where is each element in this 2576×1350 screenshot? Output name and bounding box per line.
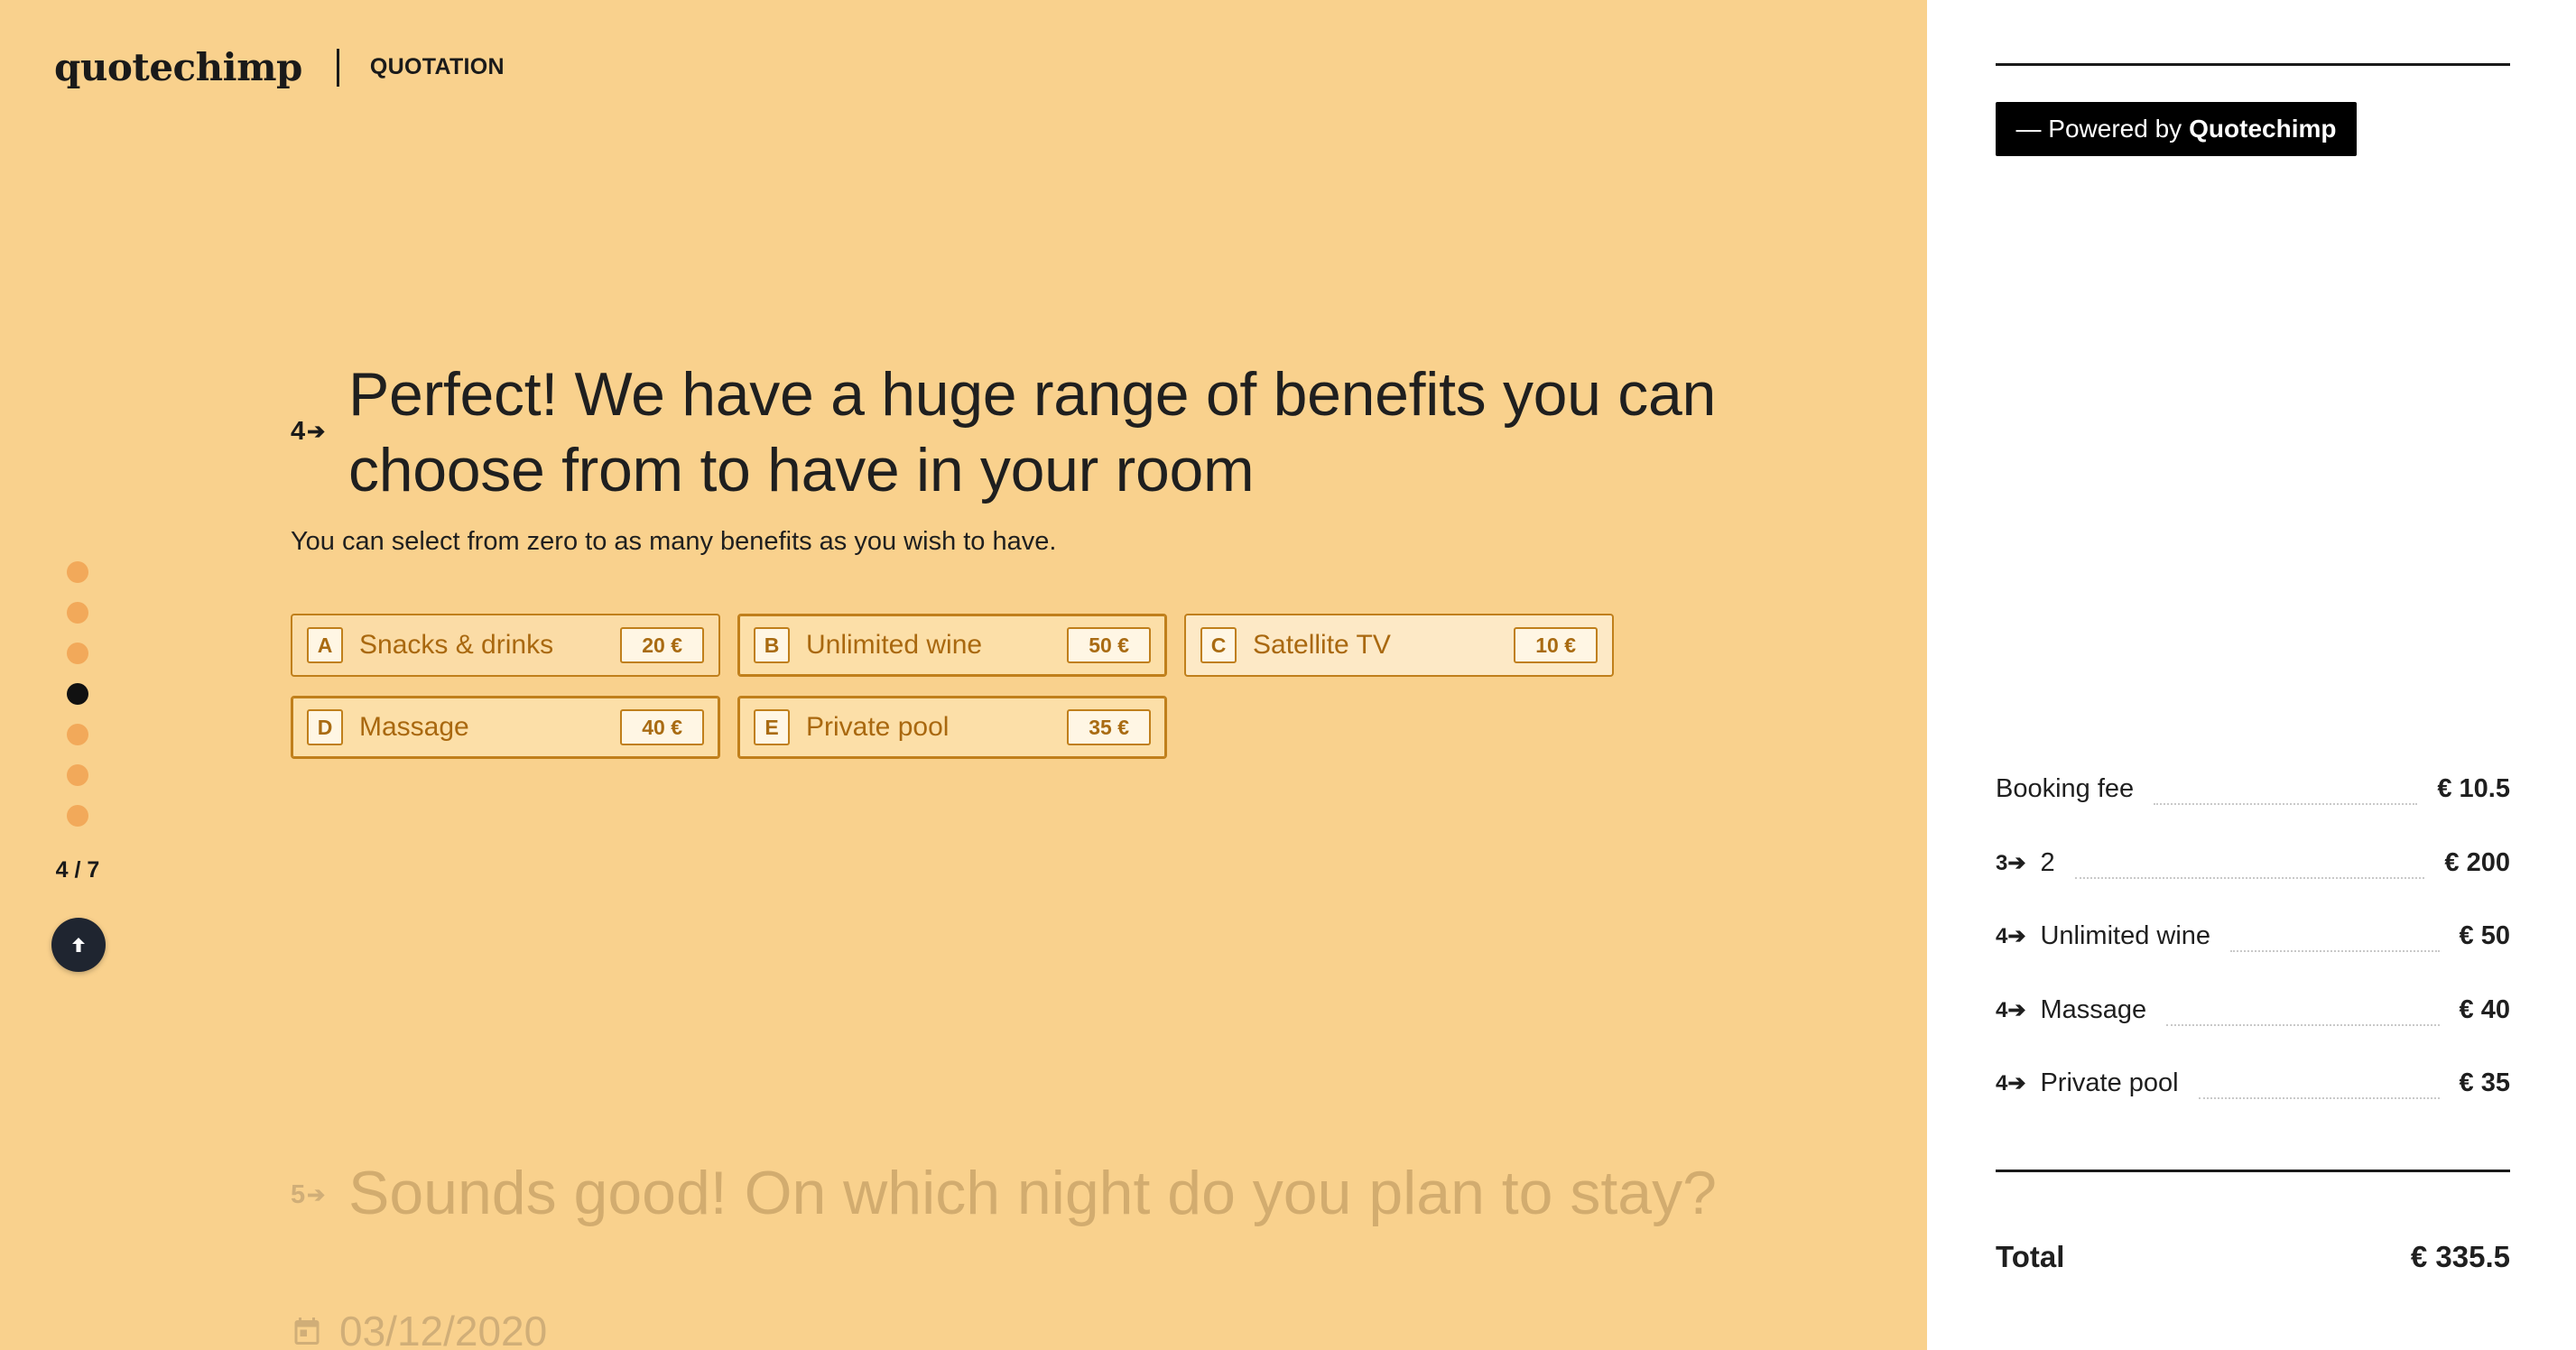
row-leader [2166,1023,2440,1026]
arrow-up-icon [72,938,85,952]
progress-dot-1[interactable] [67,561,88,583]
total-row: Total € 335.5 [1996,1240,2510,1274]
progress-dots [67,561,88,846]
arrow-right-icon: ➔ [2007,850,2026,875]
question-number: 4 ➔ [291,417,325,447]
summary-row: 4➔ Massage € 40 [1996,990,2510,1030]
row-label: Booking fee [1996,773,2135,803]
row-leader [2154,802,2418,805]
previous-question-button[interactable] [51,918,106,972]
arrow-right-icon: ➔ [2007,997,2026,1022]
option-label: Private pool [806,712,950,742]
option-key: C [1200,627,1237,663]
arrow-right-icon: ➔ [2007,1070,2026,1096]
row-step-number: 4 [1996,923,2008,948]
row-value: € 40 [2459,994,2510,1024]
progress-dot-3[interactable] [67,643,88,664]
total-divider [1996,1170,2510,1172]
option-price: 10 € [1514,627,1598,663]
powered-by-button[interactable]: — Powered by Quotechimp [1996,102,2357,156]
row-step: 4➔ [1996,997,2025,1023]
next-question-title: Sounds good! On which night do you plan … [348,1159,1717,1227]
progress-dot-7[interactable] [67,805,88,827]
option-d[interactable]: D Massage 40 € [291,696,720,759]
row-step: 4➔ [1996,1070,2025,1096]
question-number-value: 4 [291,417,306,446]
summary-row: 4➔ Private pool € 35 [1996,1063,2510,1103]
next-question-number: 5 ➔ [291,1180,325,1210]
progress-dot-6[interactable] [67,764,88,786]
row-leader [2230,949,2440,952]
option-key: E [754,709,790,745]
arrow-right-icon: ➔ [2007,923,2026,948]
row-step-number: 3 [1996,850,2008,875]
question-description: You can select from zero to as many bene… [291,527,1057,556]
option-key: D [307,709,343,745]
option-key: B [754,627,790,663]
summary-row: 3➔ 2 € 200 [1996,843,2510,883]
calendar-icon [294,1318,320,1345]
row-step-number: 4 [1996,997,2008,1022]
next-question-number-value: 5 [291,1180,306,1209]
row-label: Private pool [2040,1068,2179,1097]
brand-header: quotechimp QUOTATION [54,45,505,89]
option-e[interactable]: E Private pool 35 € [737,696,1167,759]
top-divider [1996,63,2510,66]
row-leader [2074,876,2425,879]
row-value: € 200 [2444,847,2510,877]
option-price: 40 € [620,709,704,745]
logo[interactable]: quotechimp [54,45,302,89]
quote-form-panel: quotechimp QUOTATION 4 / 7 4 ➔ Perfect! … [0,0,1927,1350]
row-step-number: 4 [1996,1070,2008,1096]
row-label: Unlimited wine [2040,920,2211,950]
progress-dot-5[interactable] [67,724,88,745]
summary-row: 4➔ Unlimited wine € 50 [1996,916,2510,956]
row-value: € 10.5 [2437,773,2510,803]
row-leader [2198,1096,2440,1099]
progress-dot-4[interactable] [67,683,88,705]
date-field[interactable]: 03/12/2020 [291,1307,547,1350]
summary-row: Booking fee € 10.5 [1996,769,2510,809]
arrow-right-icon: ➔ [307,1183,326,1207]
option-key: A [307,627,343,663]
option-label: Satellite TV [1253,630,1391,660]
powered-prefix: — Powered by [2015,115,2182,143]
option-price: 50 € [1067,627,1151,663]
total-value: € 335.5 [2410,1240,2510,1273]
arrow-right-icon: ➔ [307,420,326,444]
progress-dot-2[interactable] [67,602,88,624]
option-label: Snacks & drinks [359,630,554,660]
row-label: Massage [2040,994,2147,1024]
row-value: € 35 [2459,1068,2510,1097]
row-value: € 50 [2459,920,2510,950]
option-label: Unlimited wine [806,630,983,660]
row-label: 2 [2040,847,2055,877]
powered-brand: Quotechimp [2189,115,2337,143]
option-a[interactable]: A Snacks & drinks 20 € [291,614,720,677]
option-price: 20 € [620,627,704,663]
date-value: 03/12/2020 [339,1308,548,1350]
option-price: 35 € [1067,709,1151,745]
section-title: QUOTATION [369,54,505,79]
option-c[interactable]: C Satellite TV 10 € [1184,614,1614,677]
option-b[interactable]: B Unlimited wine 50 € [737,614,1167,677]
row-step: 3➔ [1996,850,2025,876]
progress-counter: 4 / 7 [55,857,100,883]
quote-summary-panel: — Powered by Quotechimp Booking fee € 10… [1927,0,2576,1350]
question-title: Perfect! We have a huge range of benefit… [348,360,1717,504]
row-step: 4➔ [1996,923,2025,949]
header-divider [336,48,339,87]
total-label: Total [1996,1240,2065,1273]
option-label: Massage [359,712,469,742]
